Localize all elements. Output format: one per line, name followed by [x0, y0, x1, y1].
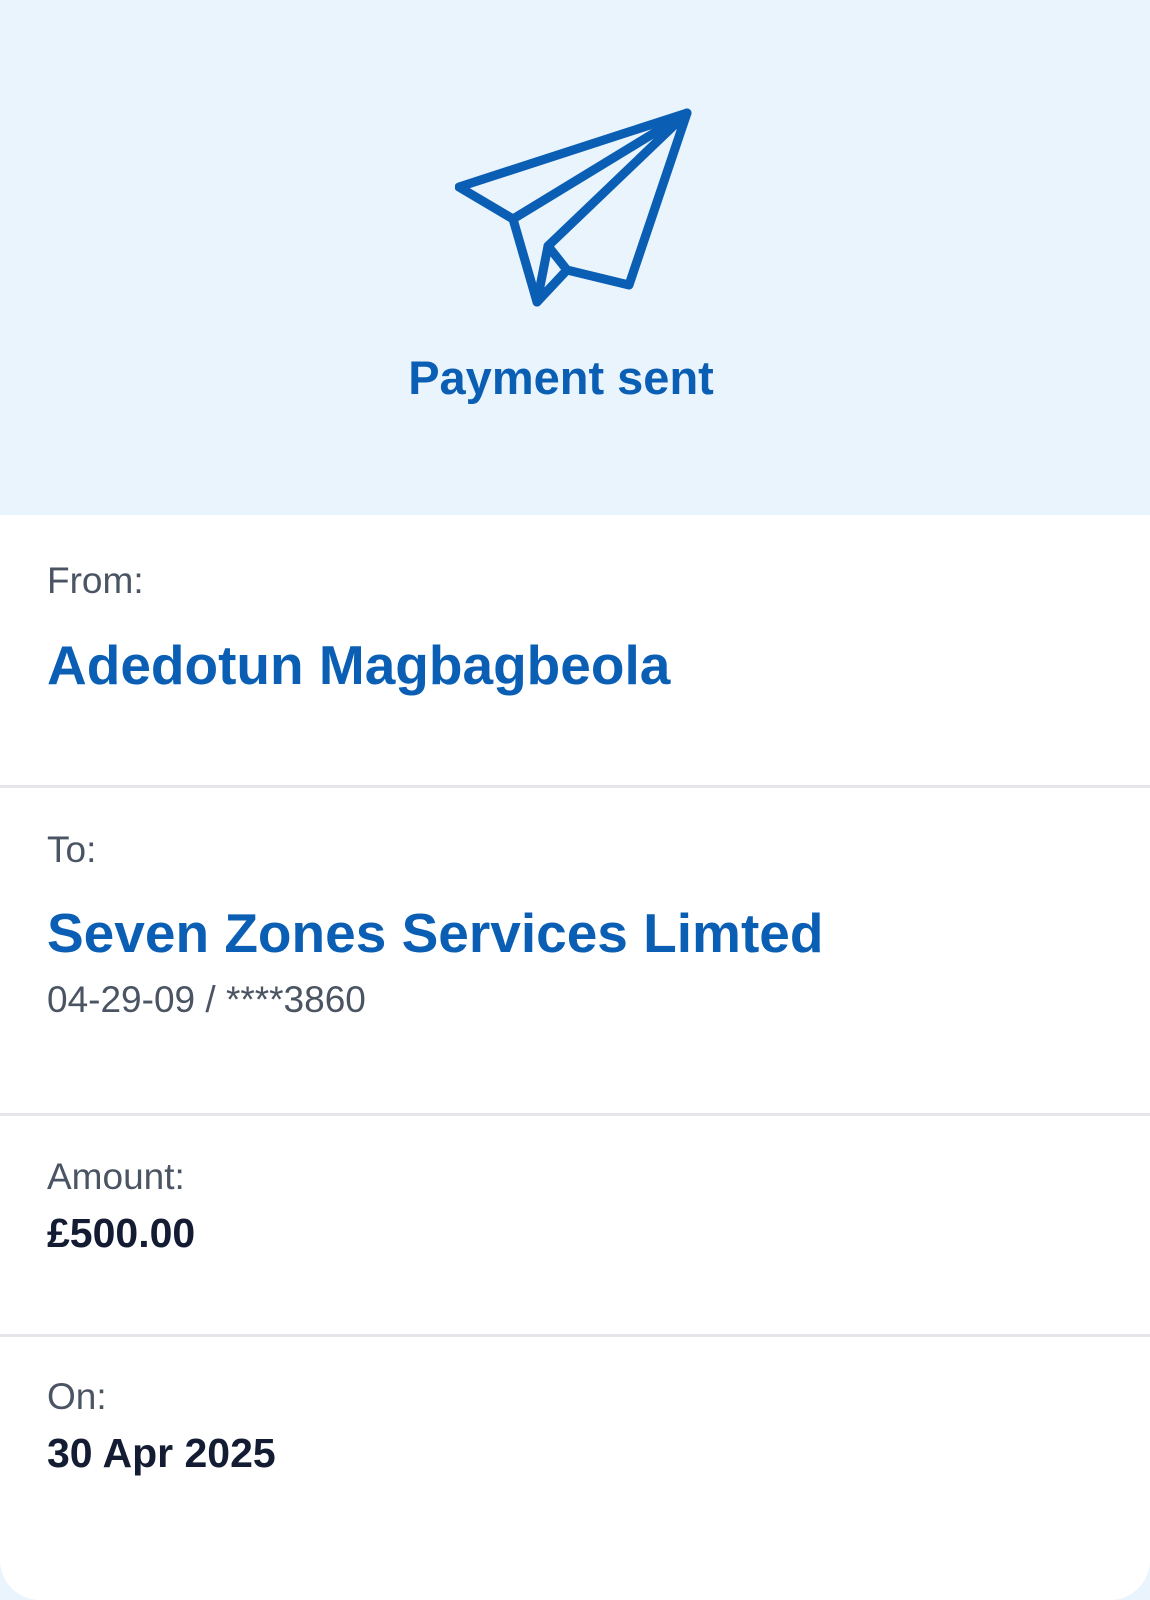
recipient-account: 04-29-09 / ****3860 — [47, 979, 366, 1020]
payment-confirmation-screen: Payment sent From: Adedotun Magbagbeola … — [0, 0, 1150, 1600]
payment-details-card: From: Adedotun Magbagbeola To: Seven Zon… — [0, 515, 1150, 1600]
date-section: On: 30 Apr 2025 — [0, 1337, 1150, 1537]
sender-name: Adedotun Magbagbeola — [47, 634, 671, 696]
confirmation-header: Payment sent — [0, 0, 1150, 515]
amount-label: Amount: — [47, 1156, 185, 1197]
paper-plane-icon — [455, 108, 692, 307]
to-section: To: Seven Zones Services Limted 04-29-09… — [0, 788, 1150, 1088]
to-label: To: — [47, 829, 97, 870]
recipient-name: Seven Zones Services Limted — [47, 902, 824, 964]
from-section: From: Adedotun Magbagbeola — [0, 515, 1150, 785]
amount-section: Amount: £500.00 — [0, 1116, 1150, 1306]
date-label: On: — [47, 1376, 107, 1417]
from-label: From: — [47, 560, 144, 601]
amount-value: £500.00 — [47, 1210, 196, 1256]
page-title: Payment sent — [408, 351, 714, 404]
date-value: 30 Apr 2025 — [47, 1430, 276, 1476]
